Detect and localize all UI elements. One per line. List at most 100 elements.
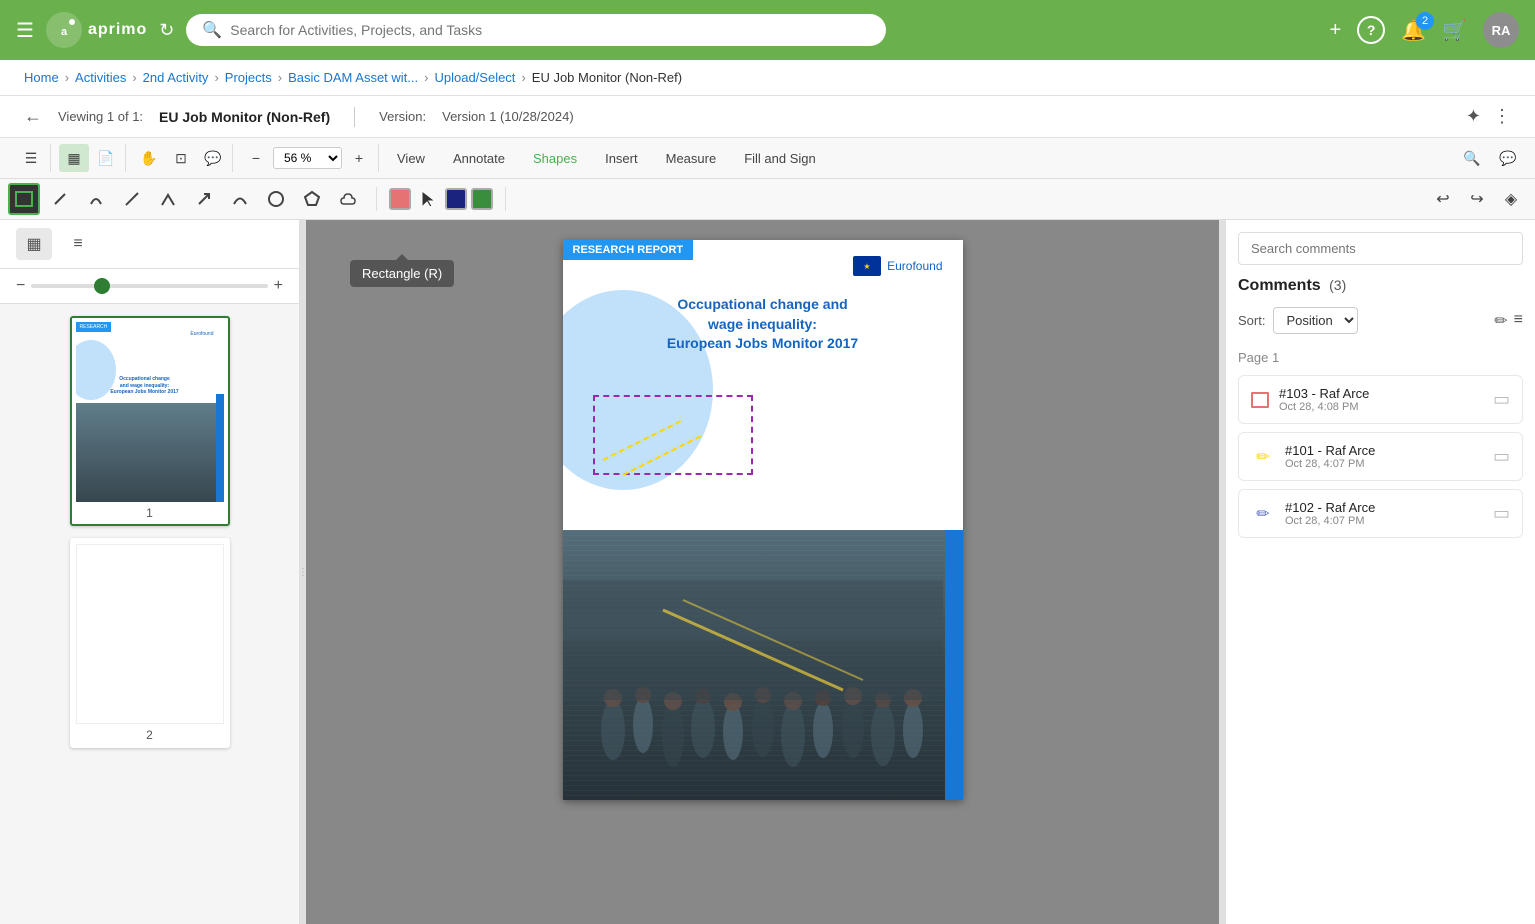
sidebar-tab-bar: ▦ ≡: [0, 220, 299, 269]
edit-icon[interactable]: ✏: [1494, 311, 1507, 331]
page-1-preview: RESEARCH Eurofound Occupational changean…: [76, 322, 224, 502]
breadcrumb-sep-1: ›: [65, 70, 69, 85]
freehand-icon: [87, 190, 105, 208]
page-thumbnail-1[interactable]: RESEARCH Eurofound Occupational changean…: [70, 316, 230, 526]
cart-button[interactable]: 🛒: [1442, 18, 1467, 43]
comment-panel-button[interactable]: 💬: [1493, 144, 1523, 172]
comment-102-info: #102 - Raf Arce Oct 28, 4:07 PM: [1285, 500, 1483, 527]
thumbnail-zoom-slider[interactable]: [31, 284, 267, 288]
view-menu[interactable]: View: [391, 147, 431, 170]
more-options-button[interactable]: ⋮: [1493, 106, 1511, 127]
toolbar-sidebar-group: ☰: [12, 144, 51, 172]
comment-101-action-icon[interactable]: ▭: [1493, 446, 1510, 467]
filter-icon[interactable]: ≡: [1514, 311, 1523, 331]
search-icon: 🔍: [202, 20, 222, 40]
comments-title-area: Comments (3): [1238, 277, 1346, 295]
help-button[interactable]: ?: [1357, 16, 1385, 44]
app-logo[interactable]: a aprimo: [46, 12, 147, 48]
polyline-tool-button[interactable]: [152, 183, 184, 215]
curve-tool-button[interactable]: [224, 183, 256, 215]
search-document-button[interactable]: 🔍: [1457, 144, 1487, 172]
page-properties-button[interactable]: 📄: [91, 144, 121, 172]
list-view-tab[interactable]: ≡: [60, 228, 96, 260]
page-2-number: 2: [76, 728, 224, 742]
comment-103-action-icon[interactable]: ▭: [1493, 389, 1510, 410]
toolbar-zoom-group: ✋ ⊡ 💬: [130, 144, 233, 172]
breadcrumb-projects[interactable]: Projects: [225, 70, 272, 85]
line-icon: [123, 190, 141, 208]
page-thumbnail-button[interactable]: ▦: [59, 144, 89, 172]
breadcrumb-upload-select[interactable]: Upload/Select: [434, 70, 515, 85]
fill-dark-color-swatch[interactable]: [445, 188, 467, 210]
selection-tool-button[interactable]: ⊡: [166, 144, 196, 172]
freehand-tool-button[interactable]: [80, 183, 112, 215]
shapes-toolbar: ↩ ↪ ◈ Rectangle (R): [0, 179, 1535, 220]
comment-card-102[interactable]: ✏ #102 - Raf Arce Oct 28, 4:07 PM ▭: [1238, 489, 1523, 538]
annotate-menu[interactable]: Annotate: [447, 147, 511, 170]
zoom-in-button[interactable]: +: [344, 144, 374, 172]
breadcrumb-basic-dam[interactable]: Basic DAM Asset wit...: [288, 70, 418, 85]
nav-actions: + ? 🔔 2 🛒 RA: [1330, 12, 1520, 48]
breadcrumb-home[interactable]: Home: [24, 70, 59, 85]
breadcrumb-activities[interactable]: Activities: [75, 70, 126, 85]
sort-select[interactable]: Position Date Author: [1273, 307, 1358, 334]
global-search-bar[interactable]: 🔍: [186, 14, 886, 46]
top-navigation: ☰ a aprimo ↻ 🔍 + ? 🔔 2 🛒 RA: [0, 0, 1535, 60]
breadcrumb-sep-6: ›: [521, 70, 525, 85]
erase-button[interactable]: ◈: [1495, 183, 1527, 215]
rectangle-tool-button[interactable]: [8, 183, 40, 215]
text-select-button[interactable]: 💬: [198, 144, 228, 172]
pdf-canvas-area[interactable]: RESEARCH REPORT ★ Eurofound Occupational…: [306, 220, 1219, 924]
comment-101-pencil-icon: ✏: [1251, 445, 1275, 469]
comment-card-103[interactable]: #103 - Raf Arce Oct 28, 4:08 PM ▭: [1238, 375, 1523, 424]
eu-flag-icon: ★: [853, 256, 881, 276]
thumbnail-zoom-thumb: [94, 278, 110, 294]
cursor-icon[interactable]: [415, 186, 441, 212]
polygon-tool-button[interactable]: [296, 183, 328, 215]
highlight-tool-button[interactable]: [44, 183, 76, 215]
cloud-tool-button[interactable]: [332, 183, 364, 215]
blue-right-bar: [945, 530, 963, 800]
outline-color-swatch[interactable]: [389, 188, 411, 210]
zoom-select[interactable]: 56 % 25 % 50 % 75 % 100 %: [273, 147, 342, 169]
undo-button[interactable]: ↩: [1427, 183, 1459, 215]
aprimo-logo-icon: a: [46, 12, 82, 48]
thumbnail-view-tab[interactable]: ▦: [16, 228, 52, 260]
insert-menu[interactable]: Insert: [599, 147, 644, 170]
global-search-input[interactable]: [230, 22, 870, 38]
zoom-out-button[interactable]: −: [241, 144, 271, 172]
comment-103-rect-icon: [1251, 392, 1269, 408]
thumb-badge: RESEARCH: [76, 322, 112, 332]
sparkle-button[interactable]: ✦: [1466, 106, 1481, 127]
right-sidebar-comments: Comments (3) Sort: Position Date Author …: [1225, 220, 1535, 924]
circle-icon: [267, 190, 285, 208]
cursor-shape: [420, 189, 436, 209]
thumbnail-zoom-in-button[interactable]: +: [274, 277, 283, 295]
comment-102-action-icon[interactable]: ▭: [1493, 503, 1510, 524]
user-avatar[interactable]: RA: [1483, 12, 1519, 48]
toolbar-page-view-group: ▦ 📄: [55, 144, 126, 172]
eurofound-text: Eurofound: [887, 259, 942, 273]
arrow-tool-button[interactable]: [188, 183, 220, 215]
refresh-icon[interactable]: ↻: [159, 20, 174, 41]
comment-102-time: Oct 28, 4:07 PM: [1285, 515, 1483, 527]
comment-card-101[interactable]: ✏ #101 - Raf Arce Oct 28, 4:07 PM ▭: [1238, 432, 1523, 481]
add-button[interactable]: +: [1330, 19, 1342, 42]
notifications-button[interactable]: 🔔 2: [1401, 18, 1426, 43]
hamburger-menu-icon[interactable]: ☰: [16, 18, 34, 43]
line-tool-button[interactable]: [116, 183, 148, 215]
fill-green-color-swatch[interactable]: [471, 188, 493, 210]
measure-menu[interactable]: Measure: [660, 147, 723, 170]
shapes-menu[interactable]: Shapes: [527, 147, 583, 170]
pan-tool-button[interactable]: ✋: [134, 144, 164, 172]
sidebar-toggle-button[interactable]: ☰: [16, 144, 46, 172]
breadcrumb-current: EU Job Monitor (Non-Ref): [532, 70, 682, 85]
breadcrumb-2nd-activity[interactable]: 2nd Activity: [143, 70, 209, 85]
fill-sign-menu[interactable]: Fill and Sign: [738, 147, 822, 170]
back-button[interactable]: ←: [24, 106, 42, 127]
thumbnail-zoom-out-button[interactable]: −: [16, 277, 25, 295]
page-thumbnail-2[interactable]: 2: [70, 538, 230, 748]
redo-button[interactable]: ↪: [1461, 183, 1493, 215]
circle-tool-button[interactable]: [260, 183, 292, 215]
search-comments-input[interactable]: [1238, 232, 1523, 265]
